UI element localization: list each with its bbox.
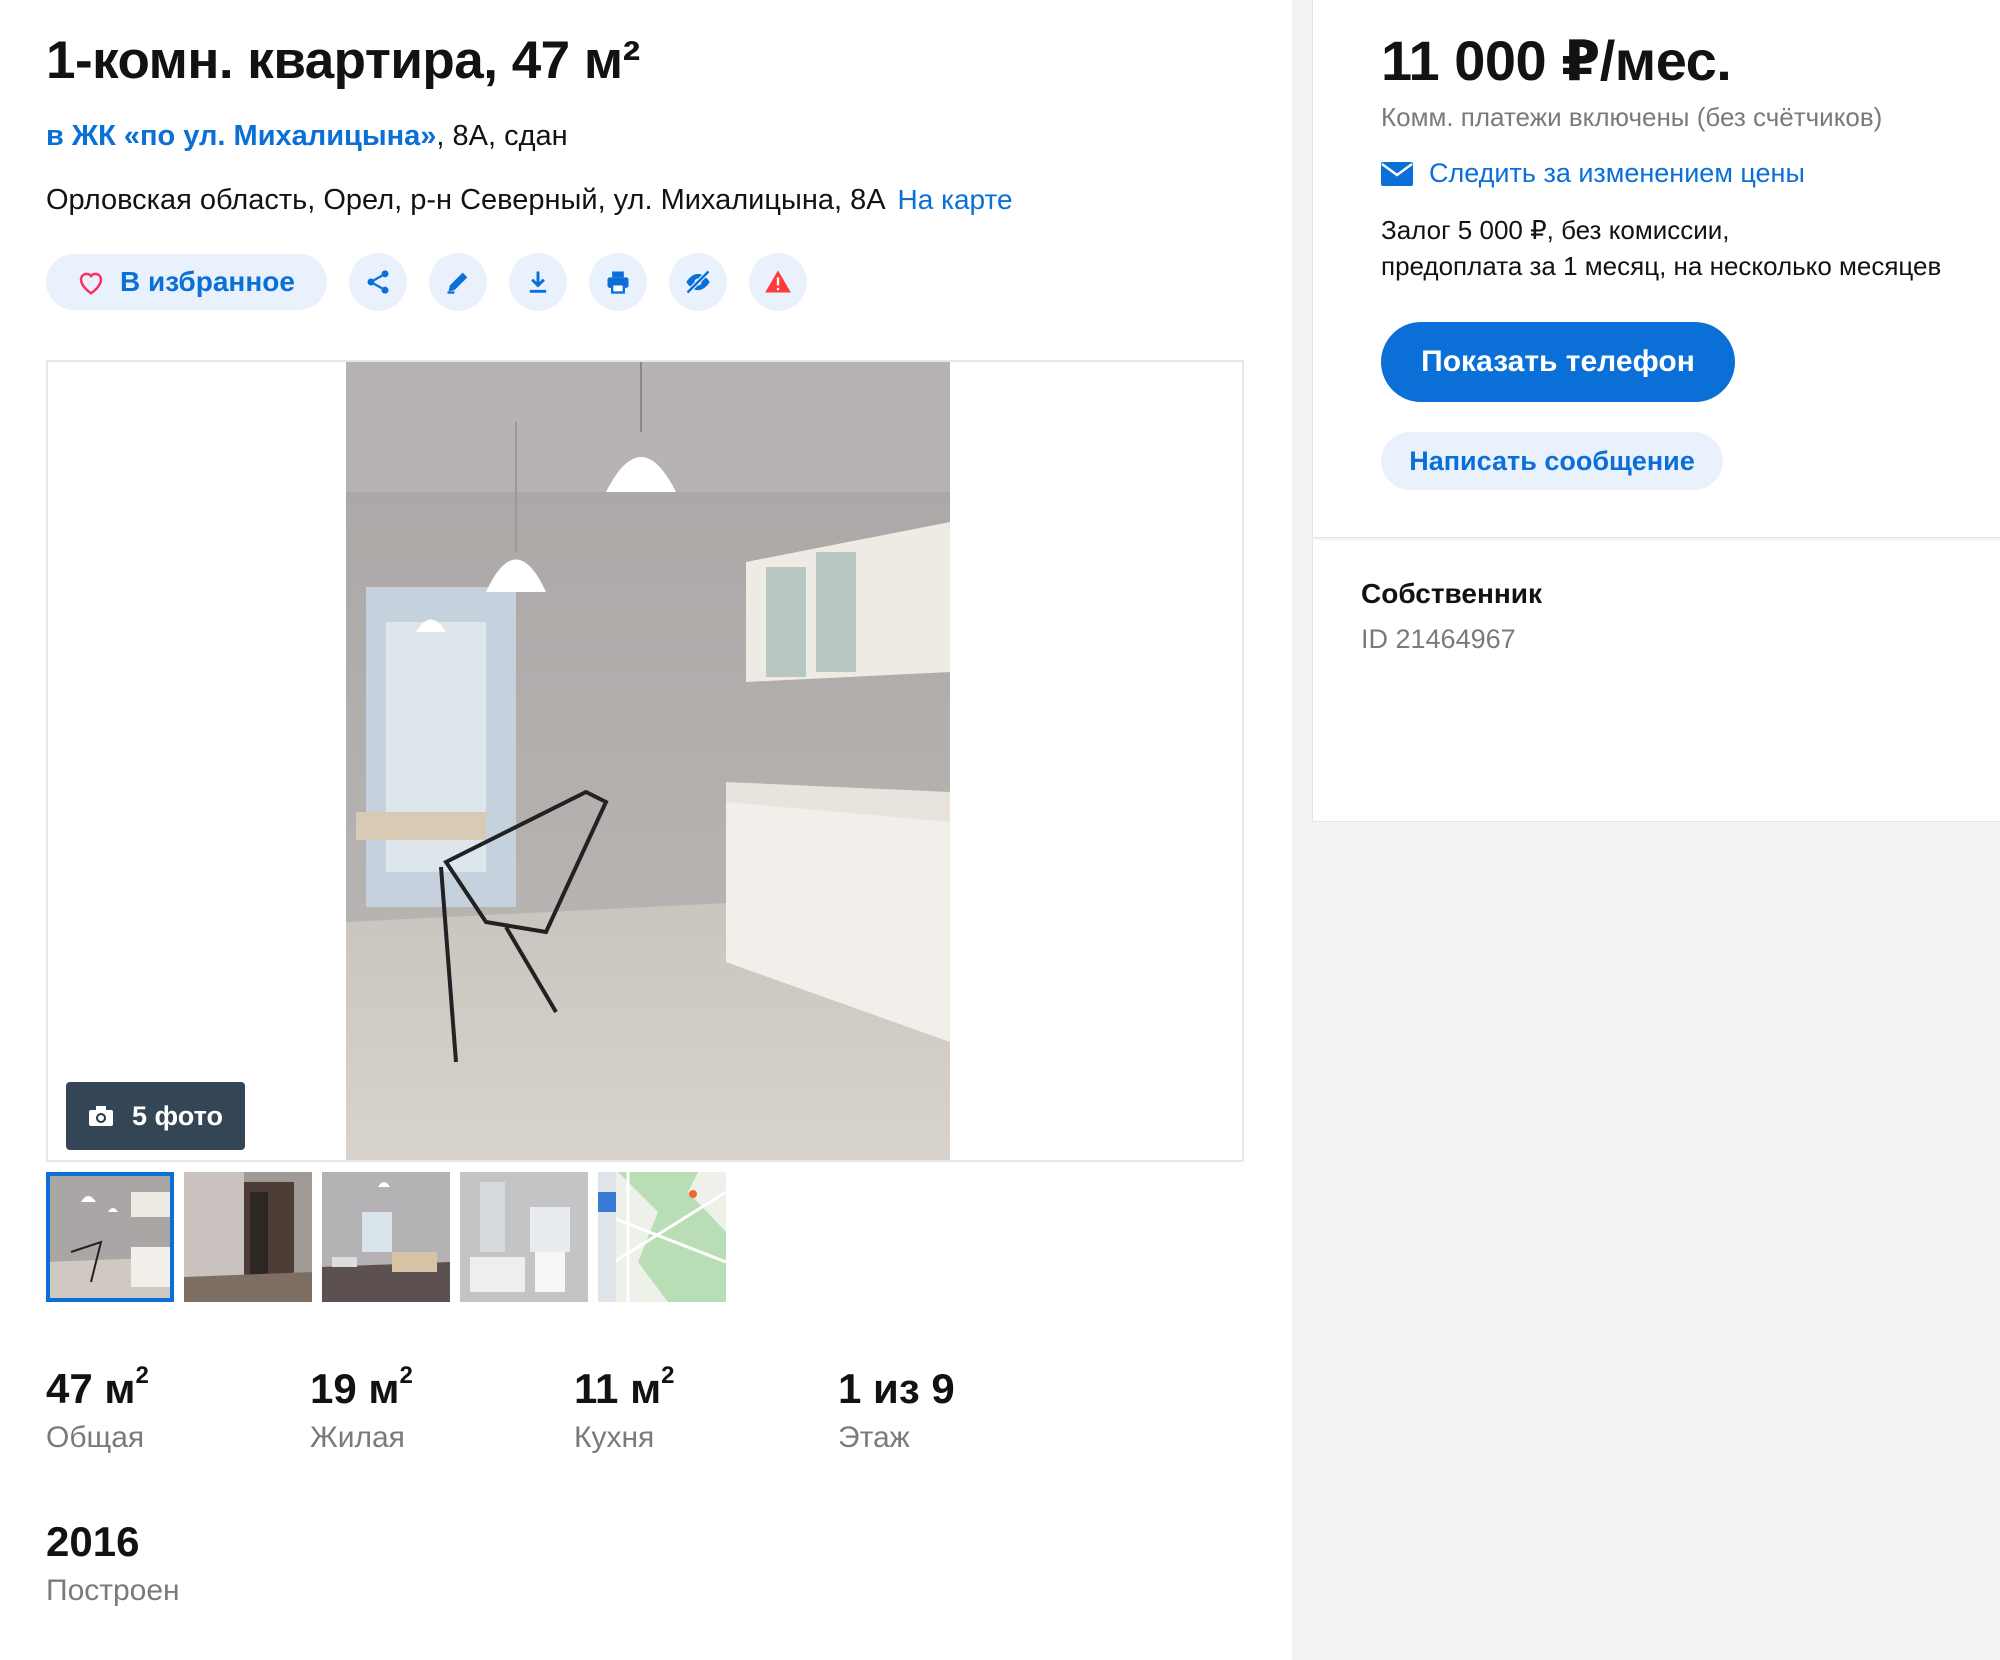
- favorite-button[interactable]: В избранное: [46, 254, 327, 310]
- main-photo[interactable]: [346, 362, 950, 1160]
- fact-sup: 2: [399, 1362, 413, 1389]
- edit-button[interactable]: [428, 253, 487, 311]
- watch-price-label: Следить за изменением цены: [1429, 158, 1805, 188]
- print-icon: [607, 271, 629, 294]
- fact-value: 11 м: [574, 1365, 662, 1412]
- envelope-icon: [1381, 161, 1413, 186]
- deposit-line: Залог 5 000 ₽, без комиссии,: [1381, 215, 1730, 245]
- action-bar: В избранное: [46, 253, 807, 311]
- heart-icon: [79, 272, 103, 295]
- thumbnail-kitchen[interactable]: [46, 1172, 174, 1302]
- fact-value: 47 м: [46, 1365, 136, 1412]
- page-title: 1-комн. квартира, 47 м²: [46, 31, 640, 90]
- report-button[interactable]: [748, 253, 807, 311]
- fact-label: Жилая: [310, 1421, 405, 1454]
- seller-type: Собственник: [1361, 578, 1543, 609]
- fact-label: Этаж: [838, 1421, 910, 1454]
- fact-living-area: 19 м2 Жилая: [310, 1362, 574, 1455]
- camera-icon: [89, 1106, 113, 1126]
- fact-built-year: 2016 Построен: [46, 1518, 180, 1608]
- fact-value: 19 м: [310, 1365, 400, 1412]
- thumbnail-living-room[interactable]: [322, 1172, 450, 1302]
- seller-card: Собственник ID 21464967: [1312, 540, 2000, 822]
- address-text: Орловская область, Орел, р-н Северный, у…: [46, 184, 886, 216]
- address-line: Орловская область, Орел, р-н Северный, у…: [46, 184, 1013, 217]
- hide-button[interactable]: [668, 253, 727, 311]
- facts-row: 47 м2 Общая 19 м2 Жилая 11 м2 Кухня 1 из…: [46, 1362, 1102, 1455]
- edit-icon: [447, 272, 468, 294]
- show-phone-button[interactable]: Показать телефон: [1381, 322, 1735, 402]
- watch-price-link[interactable]: Следить за изменением цены: [1381, 158, 1805, 189]
- fact-label: Кухня: [574, 1421, 655, 1454]
- fact-total-area: 47 м2 Общая: [46, 1362, 310, 1455]
- utilities-note: Комм. платежи включены (без счётчиков): [1381, 102, 1883, 132]
- fact-kitchen-area: 11 м2 Кухня: [574, 1362, 838, 1455]
- hide-icon: [685, 269, 711, 295]
- thumbnail-map[interactable]: [598, 1172, 726, 1302]
- fact-value: 1 из 9: [838, 1365, 955, 1412]
- complex-line: в ЖК «по ул. Михалицына», 8А, сдан: [46, 120, 568, 153]
- fact-sup: 2: [661, 1362, 675, 1389]
- favorite-label: В избранное: [120, 266, 295, 297]
- price: 11 000 ₽/мес.: [1381, 29, 1732, 92]
- photo-count-badge[interactable]: 5 фото: [66, 1082, 245, 1150]
- fact-sup: 2: [135, 1362, 149, 1389]
- photo-count-label: 5 фото: [132, 1100, 223, 1131]
- complex-link[interactable]: в ЖК «по ул. Михалицына»: [46, 120, 436, 152]
- kitchen-photo-image: [346, 362, 950, 1160]
- thumbnail-strip: [46, 1172, 726, 1302]
- thumbnail-bathroom[interactable]: [460, 1172, 588, 1302]
- report-icon: [765, 270, 791, 293]
- download-icon: [529, 271, 547, 293]
- share-button[interactable]: [348, 253, 407, 311]
- fact-label: Общая: [46, 1421, 145, 1454]
- deposit-terms: Залог 5 000 ₽, без комиссии, предоплата …: [1381, 212, 1941, 284]
- fact-floor: 1 из 9 Этаж: [838, 1362, 1102, 1455]
- download-button[interactable]: [508, 253, 567, 311]
- built-value: 2016: [46, 1518, 140, 1565]
- prepayment-line: предоплата за 1 месяц, на несколько меся…: [1381, 251, 1942, 281]
- photo-gallery[interactable]: 5 фото: [46, 360, 1244, 1162]
- offer-card: 11 000 ₽/мес. Комм. платежи включены (бе…: [1312, 0, 2000, 538]
- share-icon: [367, 270, 389, 294]
- seller-id: ID 21464967: [1361, 624, 1516, 654]
- sidebar: 11 000 ₽/мес. Комм. платежи включены (бе…: [1292, 0, 2000, 1660]
- print-button[interactable]: [588, 253, 647, 311]
- write-message-button[interactable]: Написать сообщение: [1381, 432, 1723, 490]
- map-link[interactable]: На карте: [898, 184, 1013, 215]
- complex-suffix: , 8А, сдан: [436, 120, 568, 152]
- main-column: 1-комн. квартира, 47 м² в ЖК «по ул. Мих…: [0, 0, 1292, 1660]
- thumbnail-hallway[interactable]: [184, 1172, 312, 1302]
- built-label: Построен: [46, 1574, 180, 1607]
